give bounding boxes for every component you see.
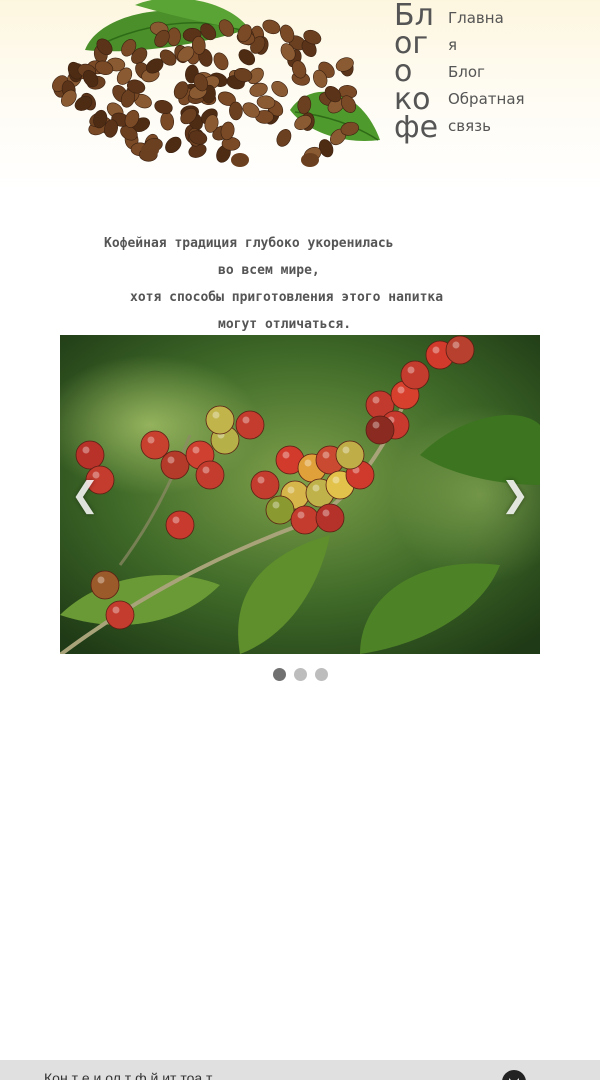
page: Бл ог о ко фе Главна я Блог Обратная свя… <box>0 0 600 1080</box>
footer: Кон т е и ол т ф й ит тоа т <box>0 1060 600 1080</box>
main-nav: Главна я Блог Обратная связь <box>448 5 538 140</box>
nav-item-feedback[interactable]: Обратная связь <box>448 86 538 140</box>
intro-line: Кофейная традиция глубоко укоренилась <box>104 236 394 251</box>
nav-item-label: связь <box>448 117 491 135</box>
carousel-dot-2[interactable] <box>293 668 307 681</box>
carousel-indicators <box>0 668 600 682</box>
header: Бл ог о ко фе Главна я Блог Обратная свя… <box>0 0 600 190</box>
intro-line: хотя способы приготовления этого напитка <box>130 290 444 305</box>
coffee-cherries-photo <box>60 335 540 654</box>
intro-line: во всем мире, <box>218 263 320 278</box>
image-carousel: ❮ ❯ <box>60 335 540 654</box>
carousel-prev-button[interactable]: ❮ <box>70 475 100 515</box>
nav-item-blog[interactable]: Блог <box>448 59 538 86</box>
blog-title-line: фе <box>394 110 439 145</box>
carousel-dot-1[interactable] <box>272 668 286 681</box>
nav-item-label: Обратная <box>448 90 525 108</box>
github-icon[interactable] <box>502 1070 526 1080</box>
blog-title[interactable]: Бл ог о ко фе <box>394 1 442 145</box>
coffee-beans-icon <box>52 0 380 167</box>
nav-item-label: Главна <box>448 9 504 27</box>
carousel-next-button[interactable]: ❯ <box>500 475 530 515</box>
carousel-dot-3[interactable] <box>314 668 328 681</box>
nav-item-label: Блог <box>448 63 485 81</box>
nav-item-home[interactable]: Главна я <box>448 5 538 59</box>
nav-item-label: я <box>448 36 458 54</box>
intro-line: могут отличаться. <box>218 317 352 332</box>
footer-text: Кон т е и ол т ф й ит тоа т <box>44 1070 213 1080</box>
